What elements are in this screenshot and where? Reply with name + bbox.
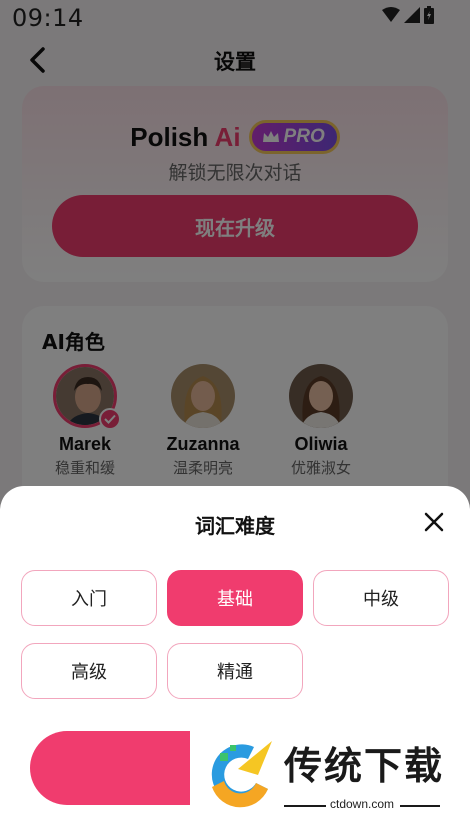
option-proficient[interactable]: 精通	[167, 643, 303, 699]
option-beginner[interactable]: 入门	[21, 570, 157, 626]
option-intermediate[interactable]: 中级	[313, 570, 449, 626]
option-advanced[interactable]: 高级	[21, 643, 157, 699]
close-button[interactable]	[422, 510, 446, 534]
sheet-title: 词汇难度	[195, 514, 275, 538]
watermark-line-left	[284, 805, 326, 807]
watermark-line-right	[400, 805, 440, 807]
watermark-text: 传统下载	[284, 744, 445, 788]
close-icon	[424, 512, 444, 532]
option-basic[interactable]: 基础	[167, 570, 303, 626]
watermark: 传统下载 ctdown.com	[190, 715, 470, 836]
watermark-url: ctdown.com	[330, 797, 395, 811]
watermark-logo-icon	[211, 741, 272, 808]
